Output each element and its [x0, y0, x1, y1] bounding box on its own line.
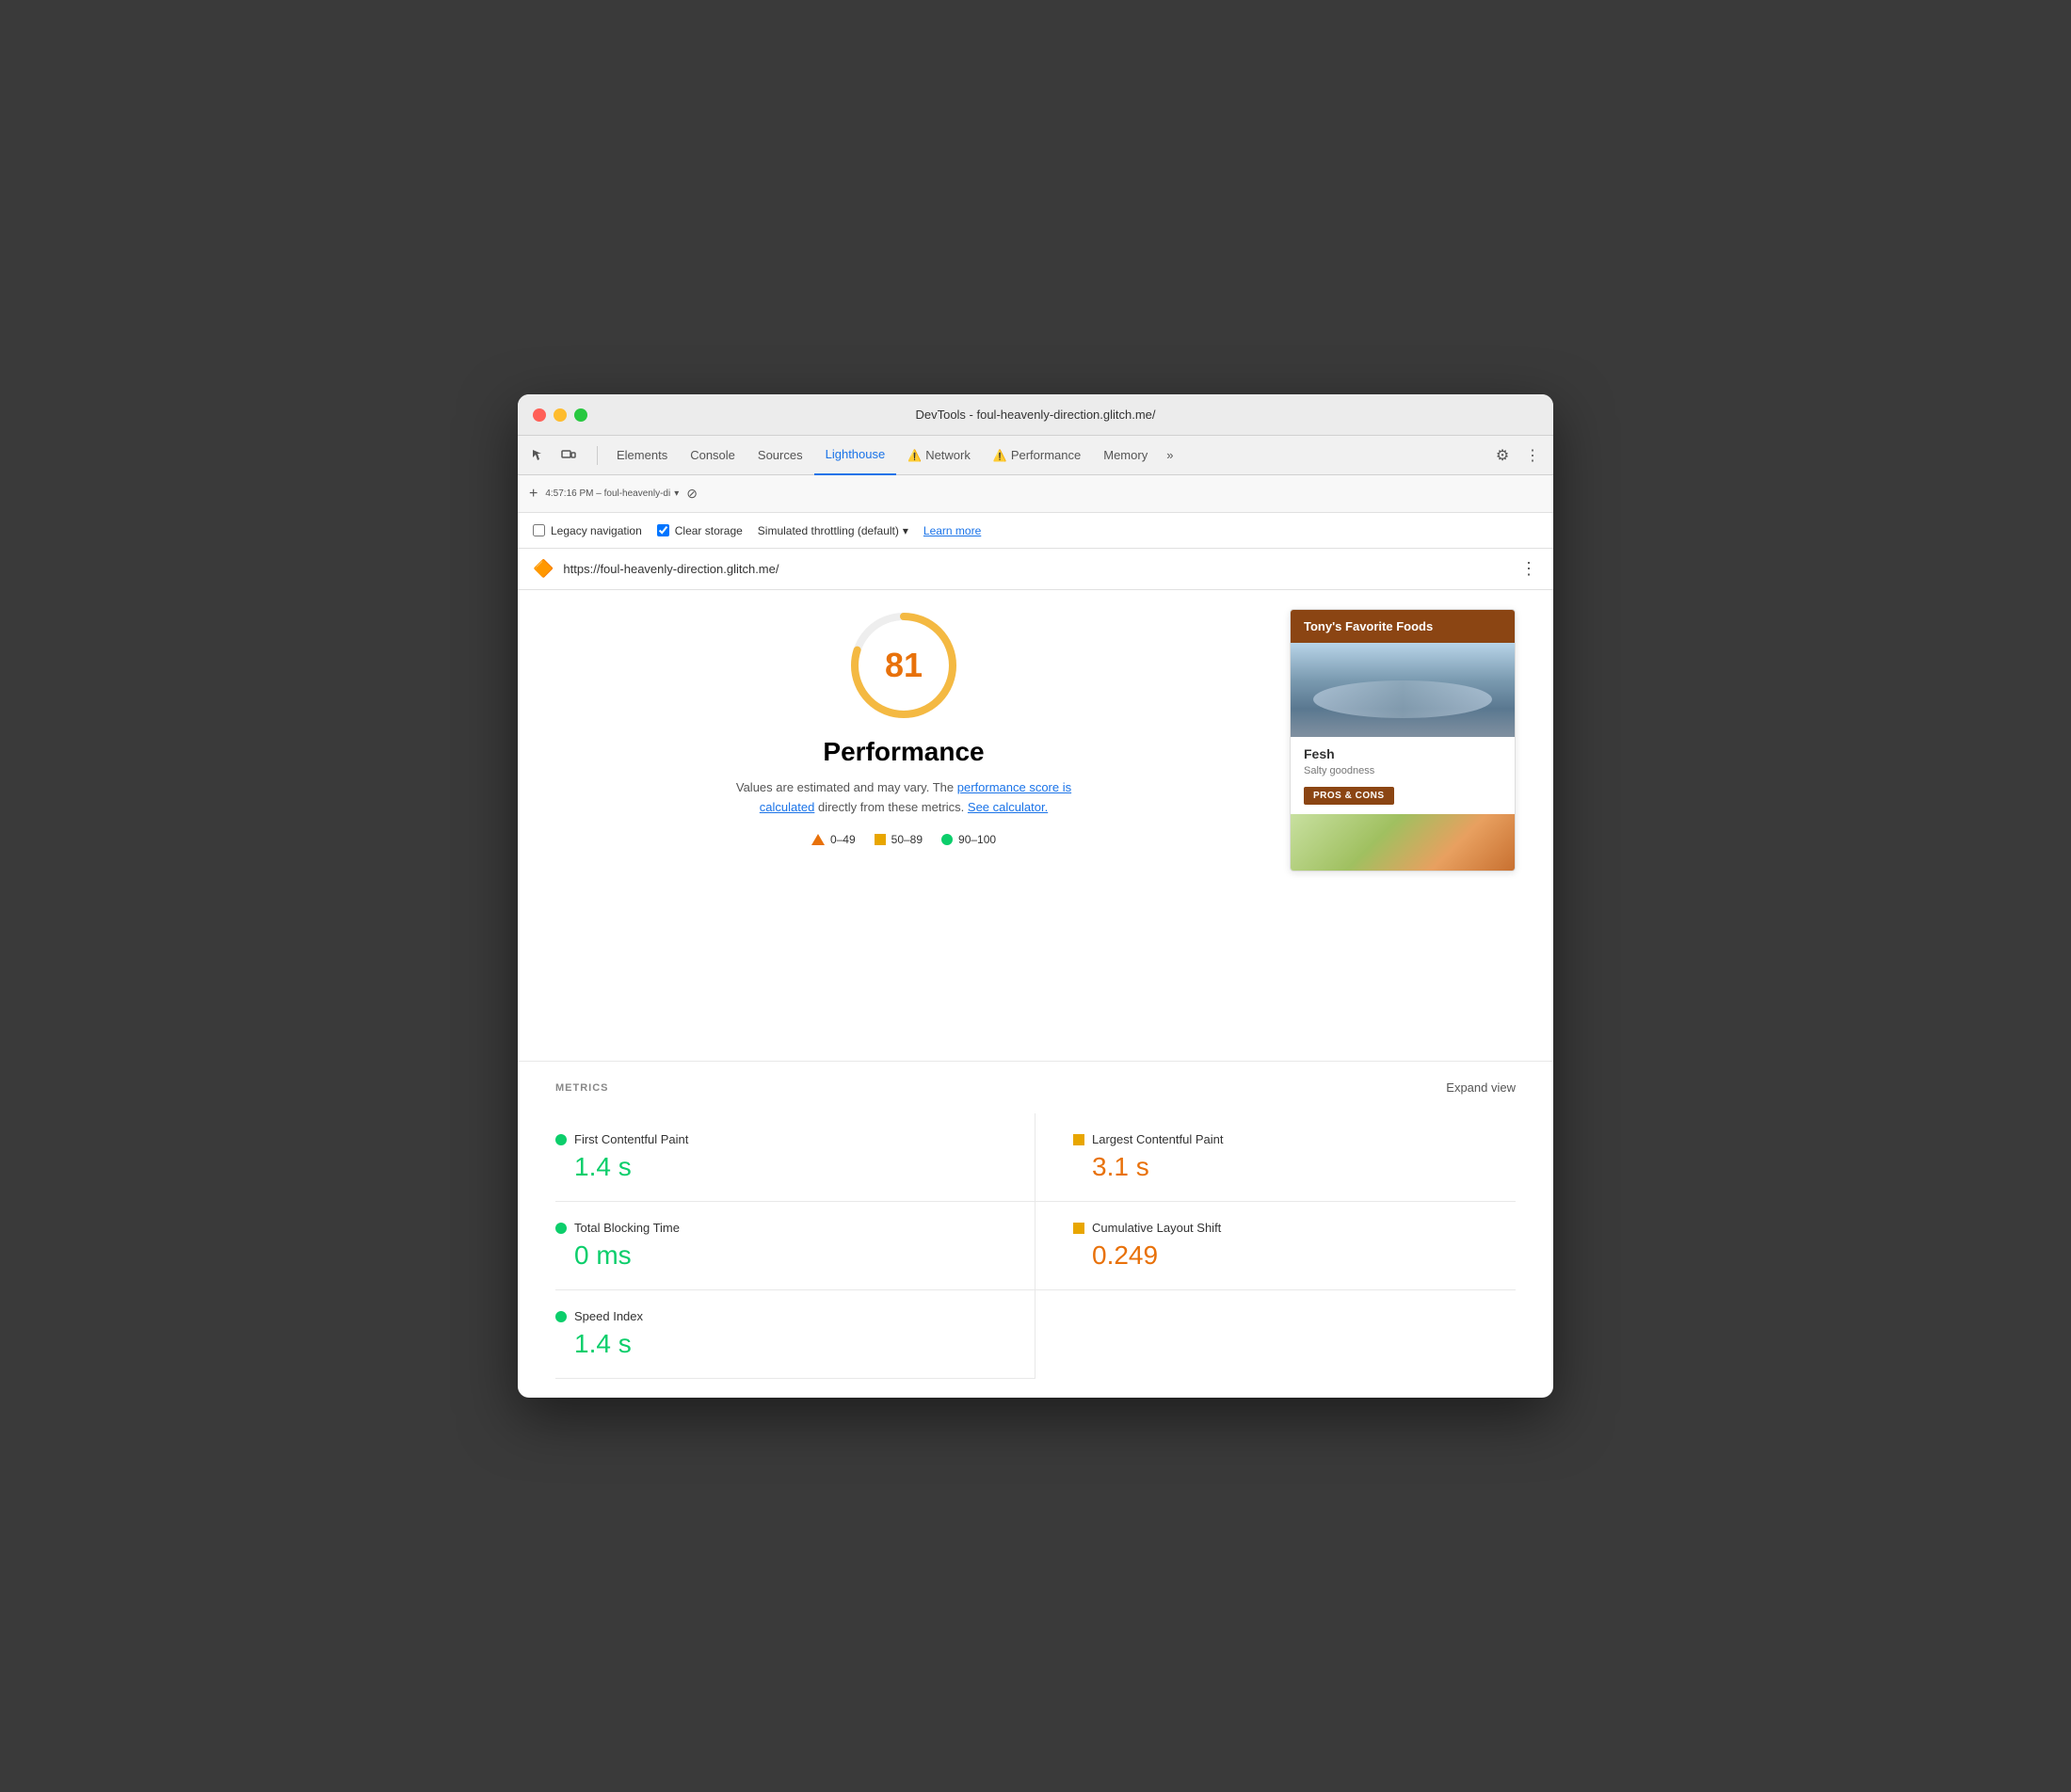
clear-storage-checkbox[interactable] [657, 524, 669, 536]
legacy-nav-checkbox[interactable] [533, 524, 545, 536]
food-card-image [1291, 643, 1515, 737]
tab-more-button[interactable]: » [1159, 448, 1180, 462]
tabs-right-icons: ⚙ ⋮ [1489, 442, 1546, 469]
score-value: 81 [885, 646, 923, 685]
legacy-nav-option[interactable]: Legacy navigation [533, 524, 642, 537]
metric-fcp-label-row: First Contentful Paint [555, 1132, 997, 1146]
performance-description: Values are estimated and may vary. The p… [725, 778, 1083, 818]
learn-more-link[interactable]: Learn more [923, 524, 981, 537]
metric-lcp-label-row: Largest Contentful Paint [1073, 1132, 1516, 1146]
metric-lcp-label: Largest Contentful Paint [1092, 1132, 1223, 1146]
metric-cls-label-row: Cumulative Layout Shift [1073, 1221, 1516, 1235]
metric-fcp-label: First Contentful Paint [574, 1132, 688, 1146]
metric-lcp: Largest Contentful Paint 3.1 s [1036, 1113, 1516, 1202]
metric-cls: Cumulative Layout Shift 0.249 [1036, 1202, 1516, 1290]
food-card-image2 [1291, 814, 1515, 871]
devtools-tabs-bar: Elements Console Sources Lighthouse ⚠️ N… [518, 436, 1553, 475]
device-toggle-icon[interactable] [555, 442, 582, 469]
metric-tbt-label: Total Blocking Time [574, 1221, 680, 1235]
pros-cons-button[interactable]: PROS & CONS [1304, 787, 1394, 805]
metric-cls-value: 0.249 [1073, 1240, 1516, 1271]
close-button[interactable] [533, 408, 546, 422]
metrics-grid: First Contentful Paint 1.4 s Largest Con… [555, 1113, 1516, 1379]
metrics-title: METRICS [555, 1082, 609, 1094]
metric-si: Speed Index 1.4 s [555, 1290, 1036, 1379]
food-card-body: Fesh Salty goodness PROS & CONS [1291, 737, 1515, 814]
clear-storage-option[interactable]: Clear storage [657, 524, 743, 537]
session-dropdown[interactable]: 4:57:16 PM – foul-heavenly-di ▾ [545, 488, 679, 499]
food-name: Fesh [1304, 746, 1501, 761]
tab-elements[interactable]: Elements [605, 436, 679, 475]
settings-icon[interactable]: ⚙ [1489, 442, 1516, 469]
metric-si-label: Speed Index [574, 1309, 643, 1323]
window-title: DevTools - foul-heavenly-direction.glitc… [915, 408, 1155, 422]
stop-icon[interactable]: ⊘ [686, 486, 698, 502]
traffic-lights [533, 408, 587, 422]
metrics-header: METRICS Expand view [555, 1080, 1516, 1095]
metrics-section: METRICS Expand view First Contentful Pai… [518, 1061, 1553, 1398]
metric-fcp: First Contentful Paint 1.4 s [555, 1113, 1036, 1202]
main-content: 81 Performance Values are estimated and … [518, 590, 1553, 1061]
url-bar: 🔶 https://foul-heavenly-direction.glitch… [518, 549, 1553, 590]
pass-indicator [941, 834, 953, 845]
lcp-status-indicator [1073, 1134, 1084, 1145]
tbt-status-indicator [555, 1223, 567, 1234]
metric-cls-label: Cumulative Layout Shift [1092, 1221, 1221, 1235]
network-warning-icon: ⚠️ [907, 449, 922, 462]
fail-indicator [811, 834, 825, 845]
fish-image [1291, 643, 1515, 737]
tab-sources[interactable]: Sources [747, 436, 814, 475]
titlebar: DevTools - foul-heavenly-direction.glitc… [518, 394, 1553, 436]
tab-memory[interactable]: Memory [1092, 436, 1159, 475]
url-text: https://foul-heavenly-direction.glitch.m… [563, 562, 1511, 576]
score-panel: 81 Performance Values are estimated and … [555, 609, 1252, 1042]
maximize-button[interactable] [574, 408, 587, 422]
url-more-button[interactable]: ⋮ [1520, 559, 1538, 579]
minimize-button[interactable] [554, 408, 567, 422]
food-description: Salty goodness [1304, 765, 1501, 776]
devtools-window: DevTools - foul-heavenly-direction.glitc… [518, 394, 1553, 1398]
devtools-icon-group [525, 442, 582, 469]
food-card-header: Tony's Favorite Foods [1291, 610, 1515, 643]
tab-separator [597, 446, 598, 465]
legend-fail: 0–49 [811, 833, 856, 846]
expand-view-button[interactable]: Expand view [1446, 1080, 1516, 1095]
score-legend: 0–49 50–89 90–100 [811, 833, 996, 846]
fcp-status-indicator [555, 1134, 567, 1145]
throttle-dropdown[interactable]: Simulated throttling (default) ▾ [758, 524, 908, 537]
metric-tbt-label-row: Total Blocking Time [555, 1221, 997, 1235]
metric-lcp-value: 3.1 s [1073, 1152, 1516, 1182]
metric-si-label-row: Speed Index [555, 1309, 997, 1323]
average-indicator [875, 834, 886, 845]
legend-pass: 90–100 [941, 833, 996, 846]
metric-si-value: 1.4 s [555, 1329, 997, 1359]
tab-console[interactable]: Console [679, 436, 747, 475]
metric-tbt-value: 0 ms [555, 1240, 997, 1271]
si-status-indicator [555, 1311, 567, 1322]
metric-fcp-value: 1.4 s [555, 1152, 997, 1182]
cls-status-indicator [1073, 1223, 1084, 1234]
legend-average: 50–89 [875, 833, 923, 846]
metric-tbt: Total Blocking Time 0 ms [555, 1202, 1036, 1290]
add-report-button[interactable]: + [529, 486, 538, 503]
inspect-icon[interactable] [525, 442, 552, 469]
lighthouse-toolbar: + 4:57:16 PM – foul-heavenly-di ▾ ⊘ [518, 475, 1553, 513]
tab-network[interactable]: ⚠️ Network [896, 436, 982, 475]
performance-warning-icon: ⚠️ [993, 449, 1007, 462]
options-bar: Legacy navigation Clear storage Simulate… [518, 513, 1553, 549]
tab-performance[interactable]: ⚠️ Performance [982, 436, 1092, 475]
calculator-link[interactable]: See calculator. [968, 800, 1048, 814]
food-card: Tony's Favorite Foods Fesh Salty goodnes… [1290, 609, 1516, 872]
tab-lighthouse[interactable]: Lighthouse [814, 436, 897, 475]
site-icon: 🔶 [533, 559, 554, 579]
food-card-panel: Tony's Favorite Foods Fesh Salty goodnes… [1290, 609, 1516, 1042]
score-ring: 81 [847, 609, 960, 722]
more-options-icon[interactable]: ⋮ [1519, 442, 1546, 469]
performance-title: Performance [823, 737, 984, 767]
